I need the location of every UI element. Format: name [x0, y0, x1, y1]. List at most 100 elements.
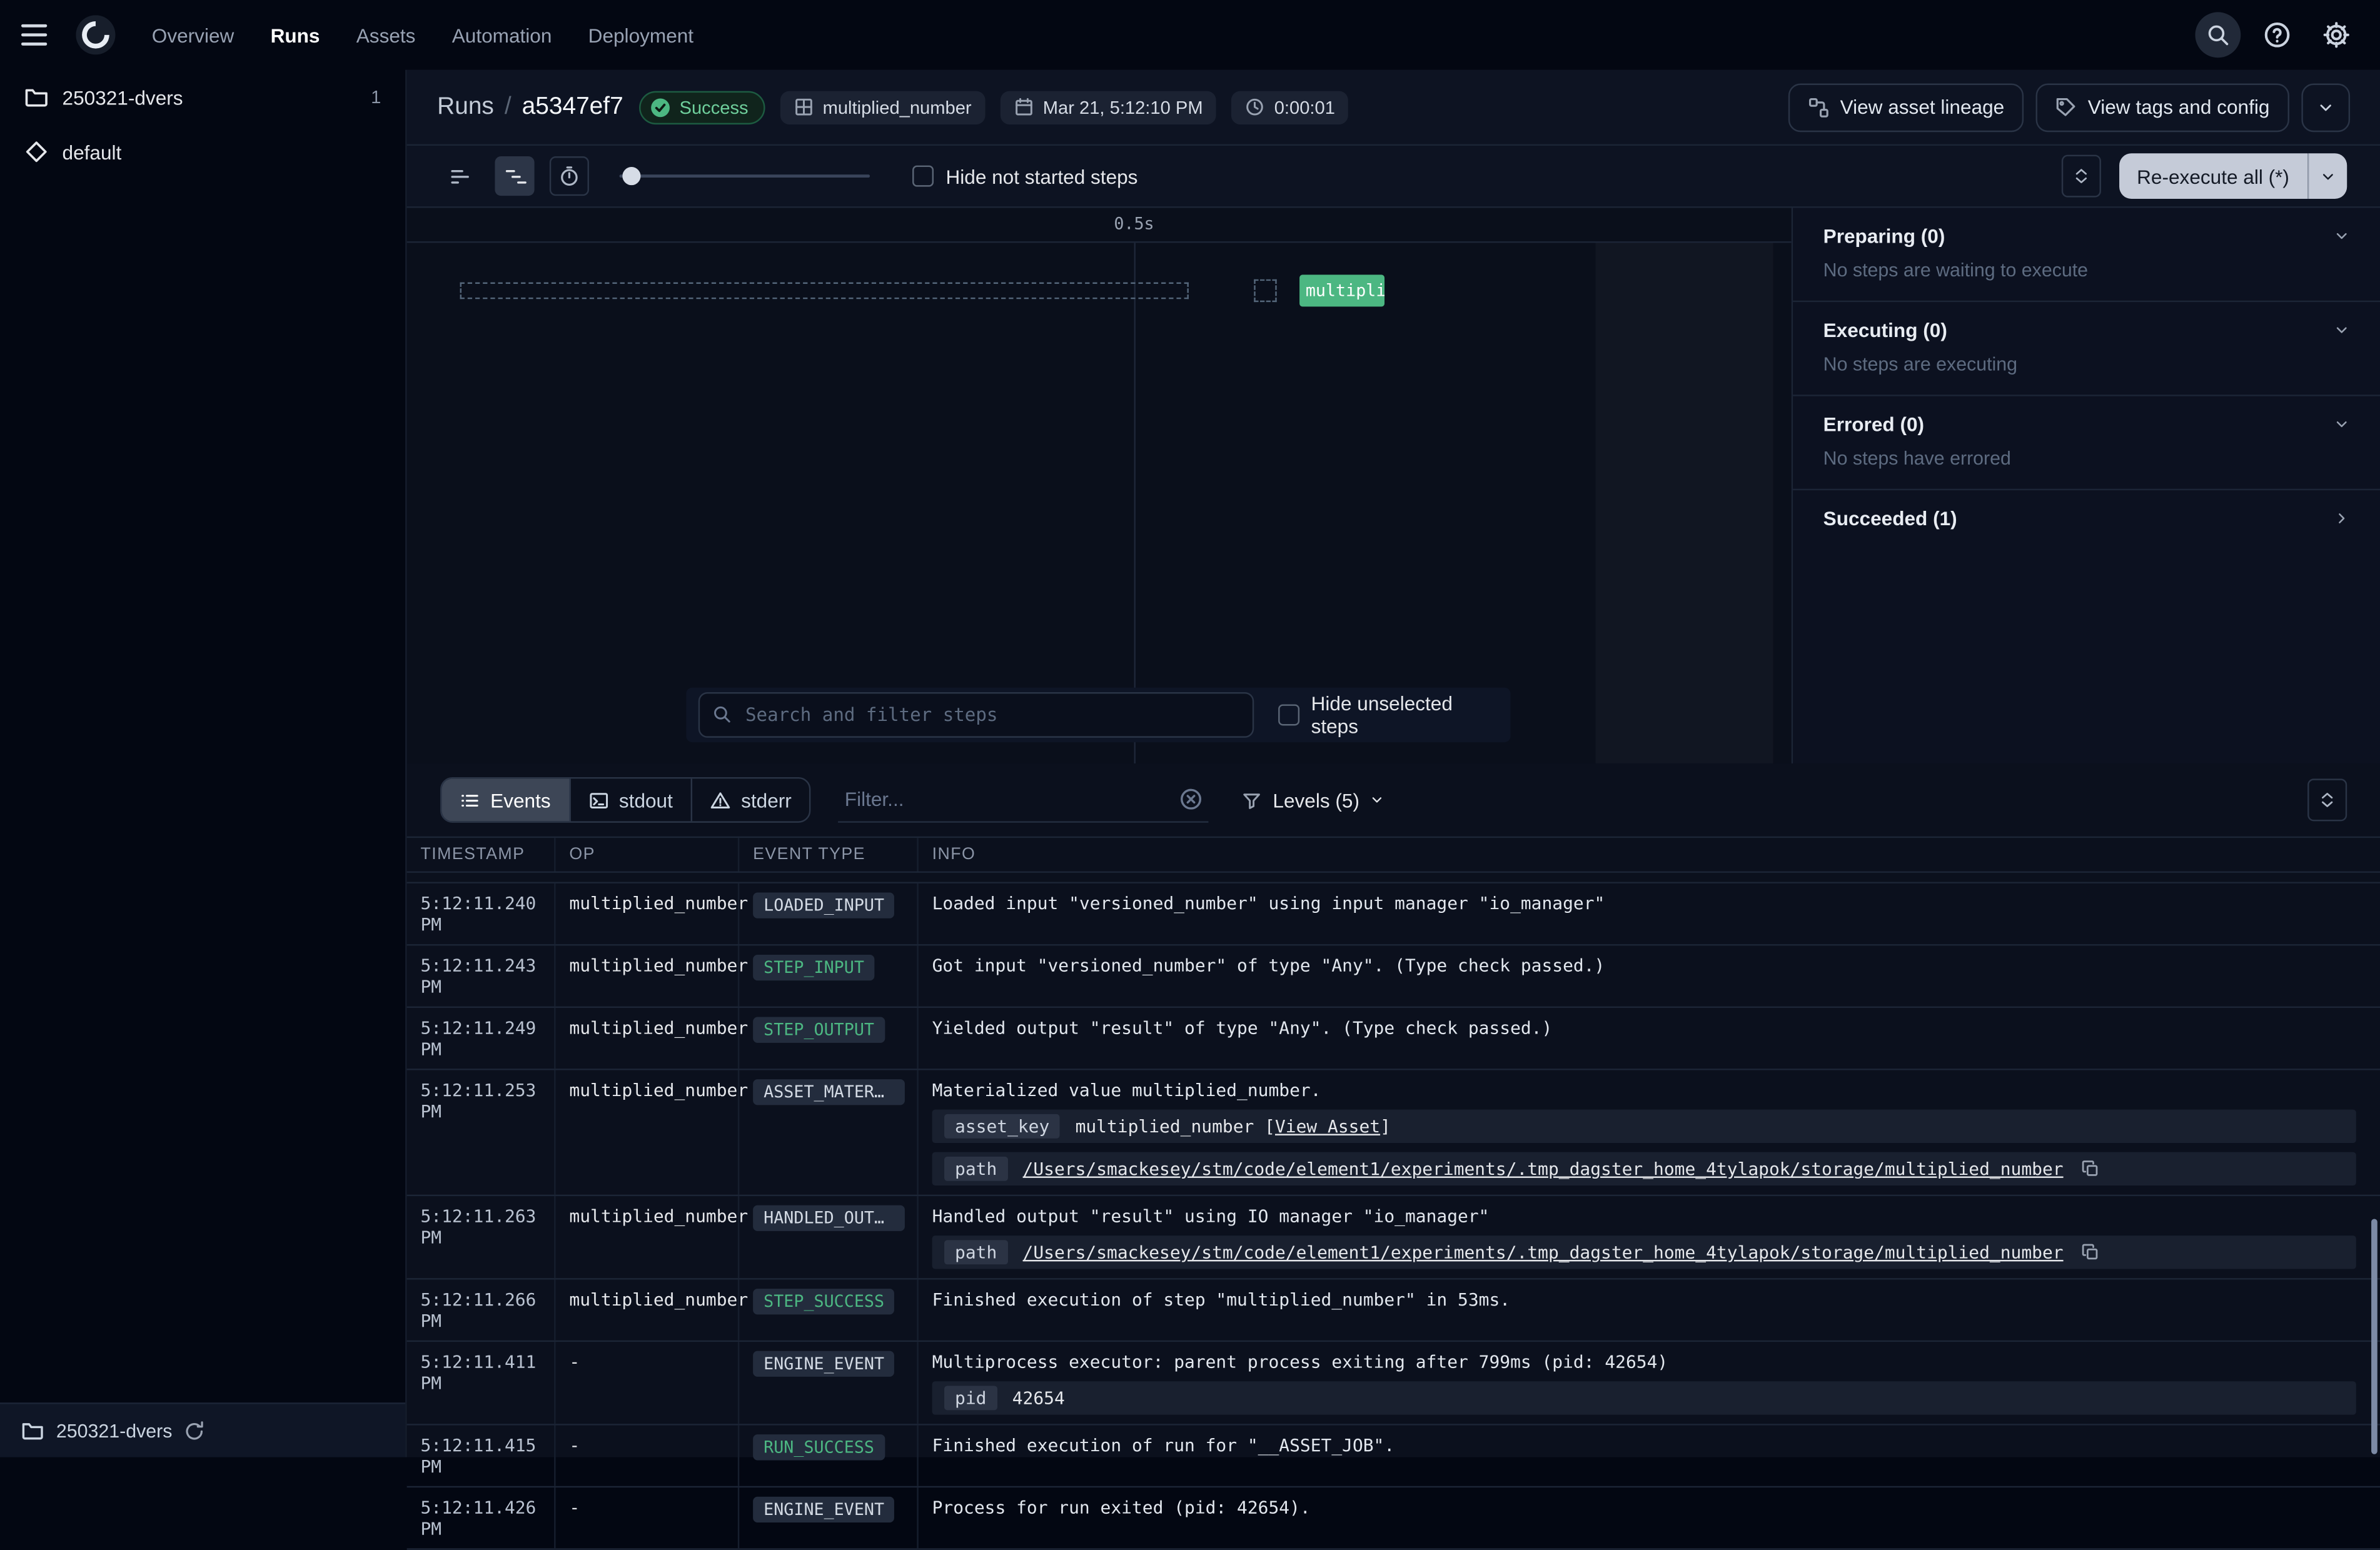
event-type-badge: ENGINE_EVENT — [753, 1351, 895, 1377]
section-empty-text: No steps are waiting to execute — [1793, 259, 2380, 301]
table-row[interactable]: 5:12:11.253 PM multiplied_number ASSET_M… — [407, 1070, 2380, 1196]
column-info: INFO — [919, 838, 2380, 871]
main-content: Runs / a5347ef7 Success multiplied_numbe… — [407, 70, 2380, 1457]
hide-unselected-checkbox[interactable] — [1278, 704, 1299, 725]
event-timestamp: 5:12:11.240 PM — [407, 883, 556, 944]
table-row[interactable]: 5:12:11.411 PM - ENGINE_EVENT Multiproce… — [407, 1342, 2380, 1426]
steps-section-header[interactable]: Errored (0) — [1793, 396, 2380, 448]
event-info: Finished execution of step "multiplied_n… — [932, 1289, 2356, 1310]
view-asset-lineage-button[interactable]: View asset lineage — [1788, 83, 2024, 131]
log-toolbar: Events stdout stderr — [407, 763, 2380, 837]
help-button[interactable] — [2254, 12, 2300, 58]
column-timestamp: TIMESTAMP — [407, 838, 556, 871]
tab-stdout-label: stdout — [619, 788, 673, 811]
event-timestamp: 5:12:11.411 PM — [407, 1342, 556, 1424]
scrollbar-thumb[interactable] — [2371, 1219, 2377, 1454]
search-button[interactable] — [2195, 12, 2241, 58]
tab-stdout[interactable]: stdout — [570, 778, 692, 821]
event-op: multiplied_number — [556, 945, 740, 1006]
table-row[interactable]: 5:12:11.263 PM multiplied_number HANDLED… — [407, 1196, 2380, 1280]
dagster-logo-icon[interactable] — [76, 15, 115, 54]
gantt-time-ruler: 0.5s — [407, 208, 1792, 243]
chevron-down-icon — [2333, 322, 2350, 339]
gantt-timing-button[interactable] — [550, 156, 589, 196]
slider-track[interactable] — [620, 174, 870, 178]
gantt-waterfall-view-button[interactable] — [495, 156, 534, 196]
log-expand-button[interactable] — [2307, 778, 2347, 821]
event-type-badge: RUN_SUCCESS — [753, 1434, 885, 1460]
event-metadata-row: asset_key multiplied_number [View Asset] — [932, 1110, 2356, 1143]
nav-item-overview[interactable]: Overview — [152, 24, 234, 46]
table-row[interactable]: 5:12:11.426 PM - ENGINE_EVENT Process fo… — [407, 1487, 2380, 1550]
event-op: multiplied_number — [556, 1196, 740, 1278]
event-timestamp: 5:12:11.253 PM — [407, 1070, 556, 1195]
gantt-zoom-slider[interactable] — [620, 166, 870, 187]
nav-item-automation[interactable]: Automation — [452, 24, 552, 46]
event-timestamp: 5:12:11.243 PM — [407, 945, 556, 1006]
metadata-value: multiplied_number [View Asset] — [1076, 1115, 1391, 1137]
run-logs-panel: Events stdout stderr — [407, 763, 2380, 1457]
gantt-dependency-node — [1254, 279, 1276, 302]
copy-path-button[interactable] — [2082, 1243, 2100, 1261]
clock-icon — [1246, 97, 1266, 117]
steps-section-header[interactable]: Executing (0) — [1793, 302, 2380, 354]
nav-item-runs[interactable]: Runs — [271, 24, 320, 46]
view-asset-link[interactable]: View Asset — [1275, 1115, 1380, 1137]
sidebar-item-code-location[interactable]: 250321-dvers 1 — [0, 70, 405, 124]
table-row[interactable]: 5:12:11.415 PM - RUN_SUCCESS Finished ex… — [407, 1426, 2380, 1488]
nav-item-assets[interactable]: Assets — [356, 24, 416, 46]
tab-events[interactable]: Events — [441, 778, 570, 821]
sidebar-footer[interactable]: 250321-dvers — [0, 1402, 405, 1457]
gantt-chart[interactable]: 0.5s multiplied_number Hide unselected s… — [407, 208, 1792, 764]
log-filter-input[interactable] — [839, 777, 1209, 823]
funnel-icon — [1243, 790, 1263, 810]
table-row[interactable]: 5:12:11.266 PM multiplied_number STEP_SU… — [407, 1280, 2380, 1342]
steps-section-header[interactable]: Succeeded (1) — [1793, 490, 2380, 546]
gantt-highlight-region — [1596, 243, 1773, 763]
section-empty-text: No steps have errored — [1793, 448, 2380, 489]
time-gridline — [1134, 243, 1135, 763]
nav-item-deployment[interactable]: Deployment — [588, 24, 693, 46]
view-tags-config-label: View tags and config — [2088, 96, 2270, 118]
levels-filter-button[interactable]: Levels (5) — [1243, 788, 1385, 811]
step-filter-panel: Hide unselected steps — [686, 688, 1510, 742]
tab-stderr[interactable]: stderr — [692, 778, 810, 821]
flat-view-icon — [448, 164, 471, 187]
event-metadata-row: path /Users/smackesey/stm/code/element1/… — [932, 1152, 2356, 1185]
run-actions-menu-button[interactable] — [2301, 83, 2350, 131]
warning-icon — [711, 790, 731, 810]
gantt-flat-view-button[interactable] — [440, 156, 480, 196]
path-link[interactable]: /Users/smackesey/stm/code/element1/exper… — [1023, 1158, 2064, 1179]
sidebar-item-label: default — [63, 141, 122, 163]
event-timestamp: 5:12:11.263 PM — [407, 1196, 556, 1278]
breadcrumb-runs-link[interactable]: Runs — [437, 93, 494, 121]
view-tags-config-button[interactable]: View tags and config — [2036, 83, 2289, 131]
reexecute-dropdown-button[interactable] — [2307, 153, 2347, 199]
gantt-step-bar[interactable]: multiplied_number — [1299, 274, 1384, 306]
table-row[interactable]: 5:12:11.240 PM multiplied_number LOADED_… — [407, 883, 2380, 946]
copy-path-button[interactable] — [2082, 1160, 2100, 1178]
table-row[interactable]: 5:12:11.249 PM multiplied_number STEP_OU… — [407, 1008, 2380, 1070]
clear-filter-button[interactable] — [1180, 788, 1203, 810]
section-title: Succeeded (1) — [1823, 507, 1957, 530]
reexecute-all-button[interactable]: Re-execute all (*) — [2119, 153, 2307, 199]
event-type-badge: STEP_SUCCESS — [753, 1289, 895, 1314]
steps-section-header[interactable]: Preparing (0) — [1793, 208, 2380, 260]
slider-knob[interactable] — [622, 167, 640, 185]
stopwatch-icon — [558, 166, 580, 187]
gantt-expand-button[interactable] — [2061, 155, 2100, 198]
circle-x-icon — [1180, 788, 1203, 810]
hamburger-menu-button[interactable] — [21, 15, 61, 54]
metadata-key: path — [944, 1157, 1007, 1181]
breadcrumb-separator: / — [505, 93, 512, 121]
dagster-app: Overview Runs Assets Automation Deployme… — [0, 0, 2380, 1457]
step-search-input[interactable] — [698, 692, 1254, 738]
help-icon — [2264, 21, 2291, 49]
sidebar-item-default[interactable]: default — [0, 124, 405, 179]
asset-tag[interactable]: multiplied_number — [780, 90, 986, 123]
reload-icon[interactable] — [184, 1420, 206, 1441]
settings-button[interactable] — [2314, 12, 2359, 58]
hide-not-started-checkbox[interactable] — [912, 166, 934, 187]
path-link[interactable]: /Users/smackesey/stm/code/element1/exper… — [1023, 1242, 2064, 1263]
table-row[interactable]: 5:12:11.243 PM multiplied_number STEP_IN… — [407, 945, 2380, 1008]
